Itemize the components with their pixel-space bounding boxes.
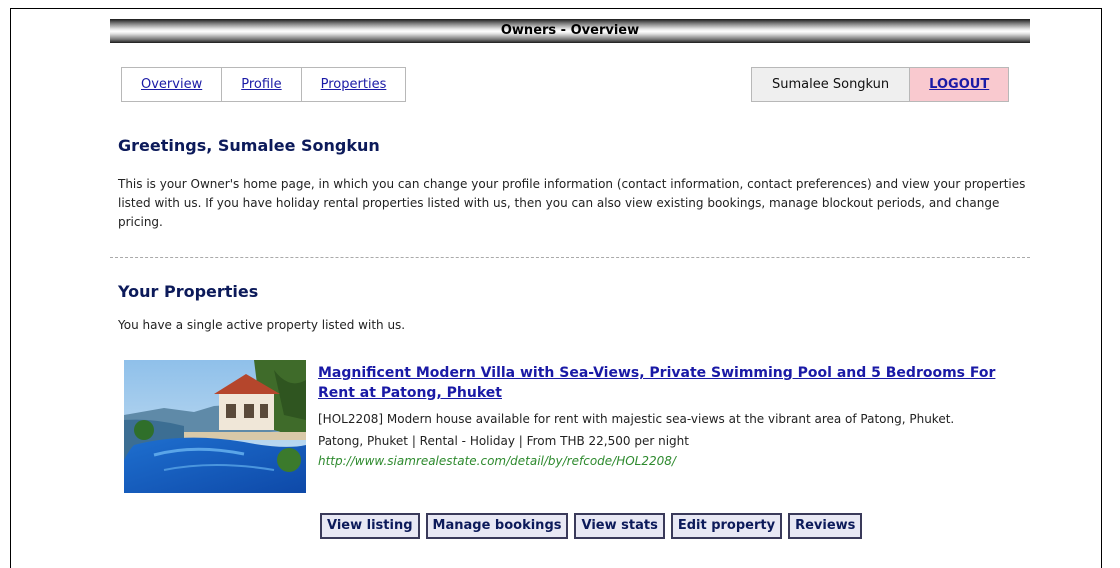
- greeting-heading: Greetings, Sumalee Songkun: [118, 136, 380, 155]
- properties-count-text: You have a single active property listed…: [118, 318, 406, 332]
- listing-url[interactable]: http://www.siamrealestate.com/detail/by/…: [318, 453, 1018, 469]
- nav-overview-link[interactable]: Overview: [122, 68, 223, 101]
- property-thumbnail[interactable]: [124, 360, 306, 493]
- villa-pool-image: [124, 360, 306, 493]
- properties-heading: Your Properties: [118, 282, 259, 301]
- nav-tabs: Overview Profile Properties: [121, 67, 407, 102]
- section-divider: [110, 257, 1030, 258]
- logout-link[interactable]: LOGOUT: [909, 68, 1009, 101]
- property-listing: Magnificent Modern Villa with Sea-Views,…: [318, 363, 1018, 469]
- user-name: Sumalee Songkun: [752, 68, 910, 101]
- view-stats-button[interactable]: View stats: [574, 513, 665, 539]
- view-listing-button[interactable]: View listing: [320, 513, 420, 539]
- listing-title-link[interactable]: Magnificent Modern Villa with Sea-Views,…: [318, 363, 1018, 403]
- page-title: Owners - Overview: [110, 19, 1030, 43]
- listing-description: [HOL2208] Modern house available for ren…: [318, 412, 955, 426]
- manage-bookings-button[interactable]: Manage bookings: [425, 513, 569, 539]
- intro-text: This is your Owner's home page, in which…: [118, 177, 1026, 229]
- user-box: Sumalee Songkun LOGOUT: [751, 67, 1010, 102]
- listing-actions: View listing Manage bookings View stats …: [320, 513, 863, 539]
- edit-property-button[interactable]: Edit property: [670, 513, 783, 539]
- nav-profile-link[interactable]: Profile: [222, 68, 302, 101]
- listing-meta: Patong, Phuket | Rental - Holiday | From…: [318, 434, 689, 448]
- reviews-button[interactable]: Reviews: [788, 513, 863, 539]
- nav-properties-link[interactable]: Properties: [302, 68, 406, 101]
